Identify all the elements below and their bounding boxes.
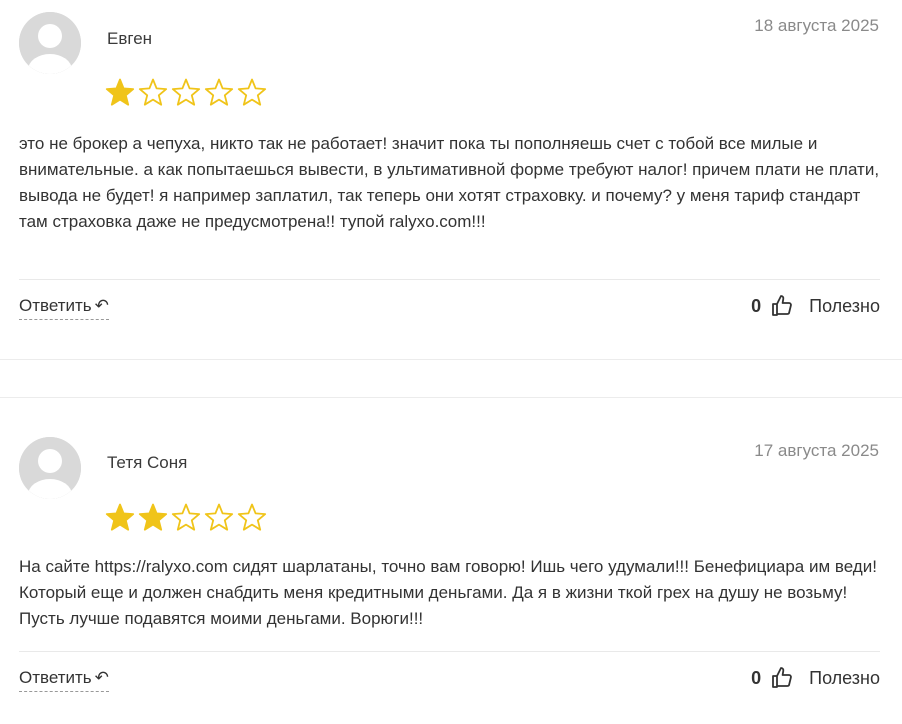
helpful-block: 0 Полезно — [751, 666, 880, 690]
helpful-count: 0 — [751, 667, 762, 688]
review-author: Тетя Соня — [107, 453, 188, 472]
star-rating — [104, 77, 268, 109]
review-date: 17 августа 2025 — [754, 441, 879, 460]
reply-arrow-icon: ↶ — [94, 296, 109, 315]
star-filled-icon — [105, 78, 135, 106]
helpful-button[interactable]: Полезно — [809, 668, 880, 689]
divider — [19, 279, 880, 280]
reply-arrow-icon: ↶ — [94, 668, 109, 687]
user-avatar-icon — [19, 437, 81, 499]
thumbs-up-icon[interactable] — [770, 294, 794, 318]
reply-button[interactable]: Ответить ↶ — [19, 668, 109, 692]
review-text: На сайте https://ralyxo.com сидят шарлат… — [19, 557, 877, 628]
star-empty-icon — [204, 503, 234, 531]
star-empty-icon — [237, 503, 267, 531]
star-rating — [104, 502, 268, 534]
review-author: Евген — [107, 29, 153, 48]
star-empty-icon — [204, 78, 234, 106]
reply-label: Ответить — [19, 296, 92, 315]
star-empty-icon — [138, 78, 168, 106]
review-text: это не брокер а чепуха, никто так не раб… — [19, 134, 880, 231]
review-date: 18 августа 2025 — [754, 16, 879, 35]
star-empty-icon — [171, 78, 201, 106]
reply-button[interactable]: Ответить ↶ — [19, 296, 109, 320]
helpful-block: 0 Полезно — [751, 294, 880, 318]
star-empty-icon — [171, 503, 201, 531]
reply-label: Ответить — [19, 668, 92, 687]
star-empty-icon — [237, 78, 267, 106]
review-separator — [0, 359, 902, 360]
user-avatar-icon — [19, 12, 81, 74]
helpful-count: 0 — [751, 295, 762, 316]
helpful-button[interactable]: Полезно — [809, 296, 880, 317]
thumbs-up-icon[interactable] — [770, 666, 794, 690]
divider — [19, 651, 880, 652]
star-filled-icon — [105, 503, 135, 531]
star-filled-icon — [138, 503, 168, 531]
review-separator — [0, 397, 902, 398]
